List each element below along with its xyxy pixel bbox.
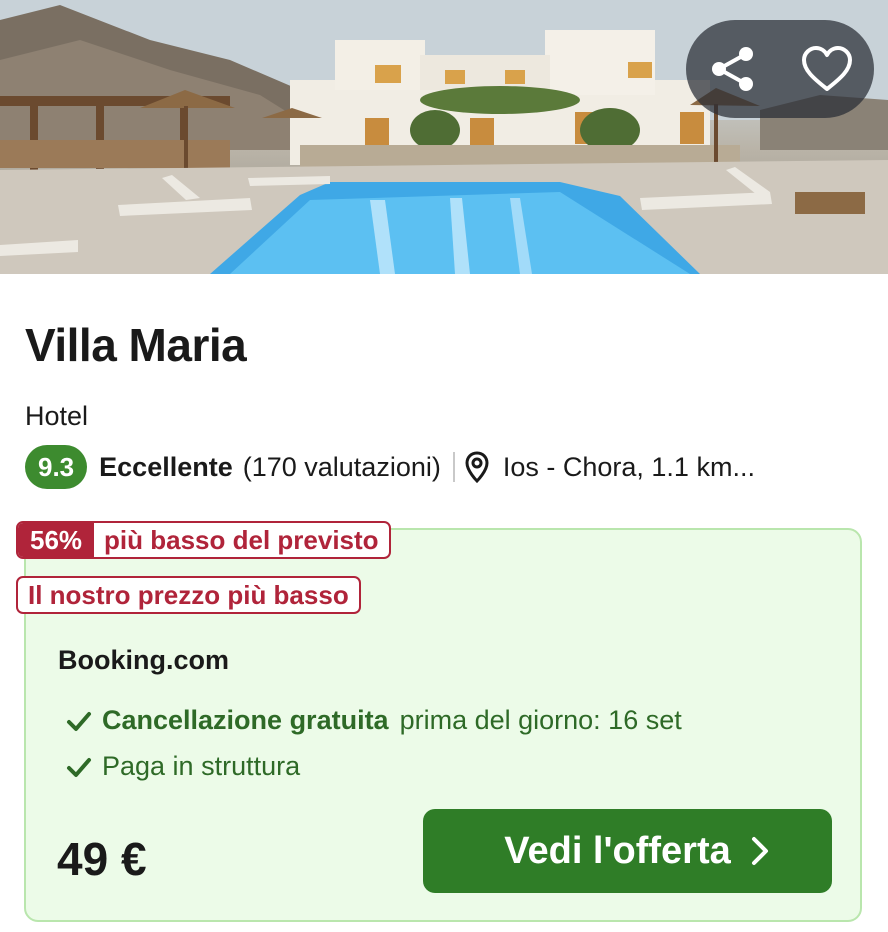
rating-label: Eccellente	[99, 451, 233, 482]
price: 49 €	[57, 833, 147, 885]
favorite-button[interactable]	[780, 20, 874, 118]
provider-name: Booking.com	[58, 645, 230, 675]
feature-text: Paga in struttura	[102, 751, 301, 781]
share-button[interactable]	[686, 20, 780, 118]
map-pin-icon	[465, 451, 489, 483]
feature-free-cancellation: Cancellazione gratuita prima del giorno:…	[66, 705, 682, 736]
feature-bold: Cancellazione gratuita	[102, 705, 389, 735]
location-text[interactable]: Ios - Chora, 1.1 km...	[503, 452, 793, 483]
discount-badge: 56% più basso del previsto	[16, 521, 391, 559]
check-icon	[67, 757, 91, 777]
discount-text: più basso del previsto	[104, 524, 379, 555]
view-offer-label: Vedi l'offerta	[504, 829, 731, 872]
review-count[interactable]: (170 valutazioni)	[243, 452, 441, 483]
check-icon	[67, 711, 91, 731]
heart-icon	[802, 46, 852, 91]
feature-text: prima del giorno: 16 set	[399, 705, 682, 735]
chevron-right-icon	[752, 837, 768, 865]
hotel-photo[interactable]	[0, 0, 888, 274]
score-badge: 9.3	[25, 445, 88, 489]
discount-percent: 56%	[18, 523, 95, 557]
lowest-price-text: Il nostro prezzo più basso	[28, 579, 349, 610]
feature-pay-at-property: Paga in struttura	[66, 751, 300, 782]
hotel-name: Villa Maria	[25, 319, 247, 371]
photo-actions	[686, 20, 874, 118]
rating-row: 9.3 Eccellente (170 valutazioni) Ios - C…	[25, 444, 875, 490]
divider	[452, 452, 455, 482]
lowest-price-badge: Il nostro prezzo più basso	[16, 576, 361, 614]
share-icon	[712, 47, 753, 91]
view-offer-button[interactable]: Vedi l'offerta	[423, 809, 832, 893]
property-type: Hotel	[25, 401, 89, 431]
